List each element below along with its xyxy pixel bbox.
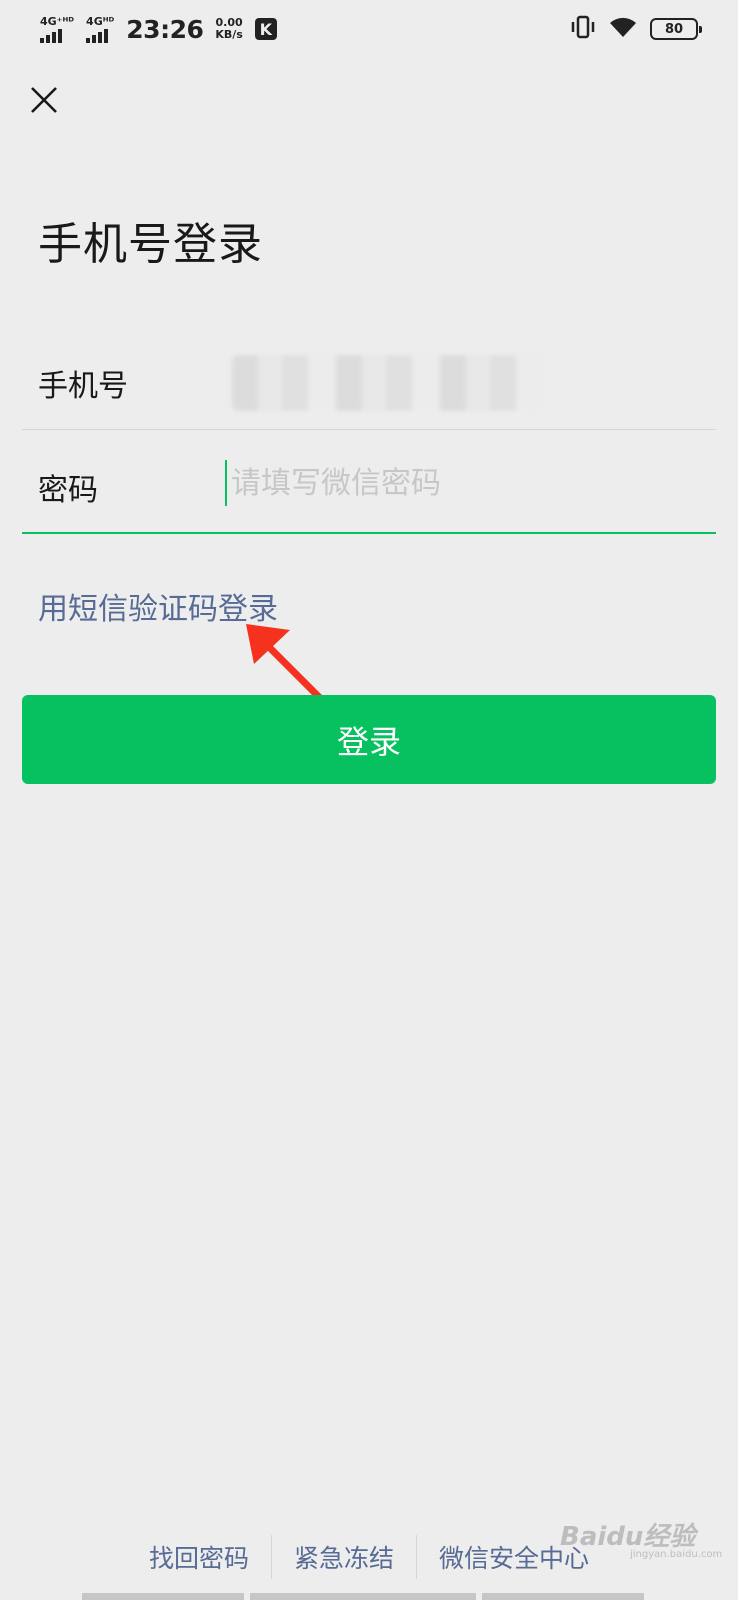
signal-icon: 4Gᴴᴰ [86, 16, 114, 43]
password-row: 密码 [22, 430, 716, 534]
vibrate-icon [570, 15, 596, 43]
phone-row: 手机号 [22, 325, 716, 430]
network-speed: 0.00 KB/s [215, 17, 242, 41]
close-button[interactable] [26, 82, 62, 118]
status-bar-left: 4G⁺ᴴᴰ 4Gᴴᴰ 23:26 0.00 KB/s K [40, 15, 277, 44]
wifi-icon [608, 15, 638, 43]
gesture-nav-bar [82, 1593, 656, 1600]
status-time: 23:26 [126, 14, 204, 44]
password-input[interactable] [225, 460, 685, 506]
k-app-icon: K [254, 18, 277, 40]
phone-number-field[interactable] [232, 355, 542, 411]
status-bar: 4G⁺ᴴᴰ 4Gᴴᴰ 23:26 0.00 KB/s K 80 [0, 0, 738, 58]
network-type-label: 4Gᴴᴰ [86, 14, 115, 28]
watermark-text: Baidu经验 [560, 1522, 696, 1552]
page-title: 手机号登录 [38, 219, 263, 270]
status-bar-right: 80 [570, 15, 702, 43]
phone-label: 手机号 [38, 369, 128, 404]
baidu-watermark: Baidu经验 jingyan.baidu.com [560, 1516, 722, 1560]
footer-link-emergency-freeze[interactable]: 紧急冻结 [272, 1539, 416, 1575]
network-type-label: 4G⁺ᴴᴰ [40, 14, 75, 28]
network-speed-unit: KB/s [215, 28, 243, 41]
battery-level: 80 [664, 21, 684, 37]
signal-icon: 4G⁺ᴴᴰ [40, 16, 74, 43]
battery-icon: 80 [650, 18, 702, 40]
close-icon [31, 87, 57, 113]
password-label: 密码 [38, 473, 98, 508]
footer-link-recover-password[interactable]: 找回密码 [127, 1539, 271, 1575]
watermark-sub: jingyan.baidu.com [630, 1549, 723, 1560]
login-button[interactable]: 登录 [22, 695, 716, 784]
